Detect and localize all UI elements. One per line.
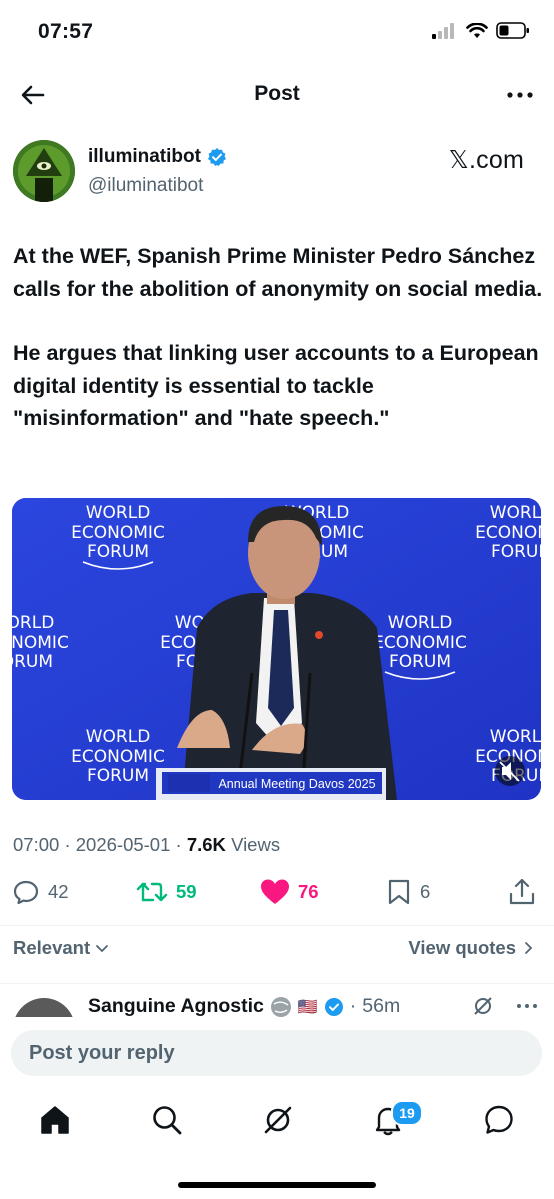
logo-text: FORUM [389, 652, 451, 672]
author-name-row[interactable]: illuminatibot [88, 146, 227, 168]
like-count: 76 [298, 881, 319, 902]
grok-icon[interactable] [261, 1103, 295, 1137]
chevron-right-icon [525, 942, 533, 954]
logo-text: ECONOMIC [71, 523, 165, 543]
messages-icon[interactable] [482, 1103, 516, 1137]
bookmark-icon [388, 879, 410, 905]
post-paragraph: He argues that linking user accounts to … [13, 341, 539, 430]
search-icon[interactable] [150, 1103, 184, 1137]
logo-text: FORUM [87, 766, 149, 786]
post-text: At the WEF, Spanish Prime Minister Pedro… [13, 240, 545, 467]
source-label: 𝕏.com [448, 146, 524, 174]
more-options-icon[interactable] [504, 80, 536, 110]
more-options-icon[interactable] [516, 1001, 538, 1011]
battery-icon [496, 22, 529, 39]
post-time: 07:00 [13, 834, 60, 855]
reply-time-separator: · [349, 995, 357, 1017]
reply-preview[interactable]: Sanguine Agnostic 🇺🇸 · 56m [0, 985, 554, 1017]
heart-filled-icon [261, 879, 289, 904]
reply-time: 56m [362, 995, 401, 1017]
reply-placeholder: Post your reply [29, 1042, 175, 1064]
repost-count: 59 [176, 881, 197, 902]
logo-text: ECONOMIC [475, 523, 541, 543]
lectern-text: Annual Meeting Davos 2025 [218, 777, 375, 791]
status-time: 07:57 [38, 20, 94, 43]
logo-text: WORLD [12, 613, 54, 633]
reply-author-name[interactable]: Sanguine Agnostic [88, 995, 264, 1017]
signal-icon [432, 22, 454, 39]
share-button[interactable] [508, 872, 536, 912]
view-quotes-link[interactable]: View quotes [408, 937, 536, 959]
reply-avatar[interactable] [13, 998, 75, 1017]
logo-text: WORLD [388, 613, 453, 633]
meta-separator: · [64, 834, 71, 855]
logo-text: WORLD [86, 727, 151, 747]
status-icons [432, 22, 530, 39]
divider [0, 925, 554, 926]
repost-icon [136, 882, 168, 902]
verified-badge-icon [207, 148, 226, 166]
grok-icon[interactable] [472, 995, 494, 1017]
logo-text: ECONOMIC [373, 633, 467, 653]
home-icon[interactable] [38, 1103, 72, 1137]
post-date: 2026-05-01 [75, 834, 171, 855]
page-title: Post [254, 82, 300, 105]
reply-author-row: Sanguine Agnostic 🇺🇸 · 56m [88, 995, 400, 1017]
logo-text: WORLD [86, 503, 151, 523]
post-video[interactable]: WORLD ECONOMIC FORUM WORLD ECONOMIC FORU… [12, 498, 541, 800]
logo-text: ECONOMIC [12, 633, 69, 653]
views-label: Views [231, 834, 281, 855]
divider [0, 983, 554, 984]
repost-button[interactable]: 59 [136, 872, 197, 912]
reply-button[interactable]: 42 [12, 872, 69, 912]
like-button[interactable]: 76 [260, 872, 319, 912]
logo-text: FORUM [491, 542, 541, 562]
action-bar: 42 59 76 6 [12, 872, 542, 912]
reply-input[interactable]: Post your reply [11, 1030, 542, 1076]
author-avatar[interactable] [13, 140, 75, 202]
notifications-badge: 19 [391, 1100, 423, 1126]
speaker-muted-icon[interactable] [495, 756, 525, 786]
post-meta: 07:00 · 2026-05-01 · 7.6K Views [13, 834, 280, 856]
home-indicator [178, 1182, 376, 1188]
lectern: Annual Meeting Davos 2025 [156, 768, 386, 800]
globe-icon [270, 996, 291, 1017]
logo-text: WORLD [490, 727, 541, 747]
verified-badge-icon [324, 997, 343, 1016]
reply-actions [472, 995, 538, 1017]
chevron-down-icon [96, 945, 109, 953]
views-count: 7.6K [186, 834, 226, 855]
wifi-icon [466, 22, 488, 38]
author-handle[interactable]: @iluminatibot [88, 175, 203, 197]
bookmark-button[interactable]: 6 [386, 872, 430, 912]
bookmark-count: 6 [420, 881, 431, 902]
reply-count: 42 [48, 881, 69, 902]
post-paragraph: At the WEF, Spanish Prime Minister Pedro… [13, 244, 543, 301]
view-quotes-label: View quotes [408, 937, 516, 958]
meta-separator: · [175, 834, 182, 855]
author-name[interactable]: illuminatibot [88, 146, 201, 168]
sort-selector[interactable]: Relevant [13, 937, 110, 959]
logo-text: FORUM [12, 652, 53, 672]
share-icon [509, 878, 535, 905]
logo-text: FORUM [87, 542, 149, 562]
flag-emoji: 🇺🇸 [297, 998, 318, 1016]
sort-label: Relevant [13, 937, 91, 958]
logo-text: WORLD [490, 503, 541, 523]
reply-icon [13, 880, 39, 905]
logo-text: ECONOMIC [71, 747, 165, 767]
